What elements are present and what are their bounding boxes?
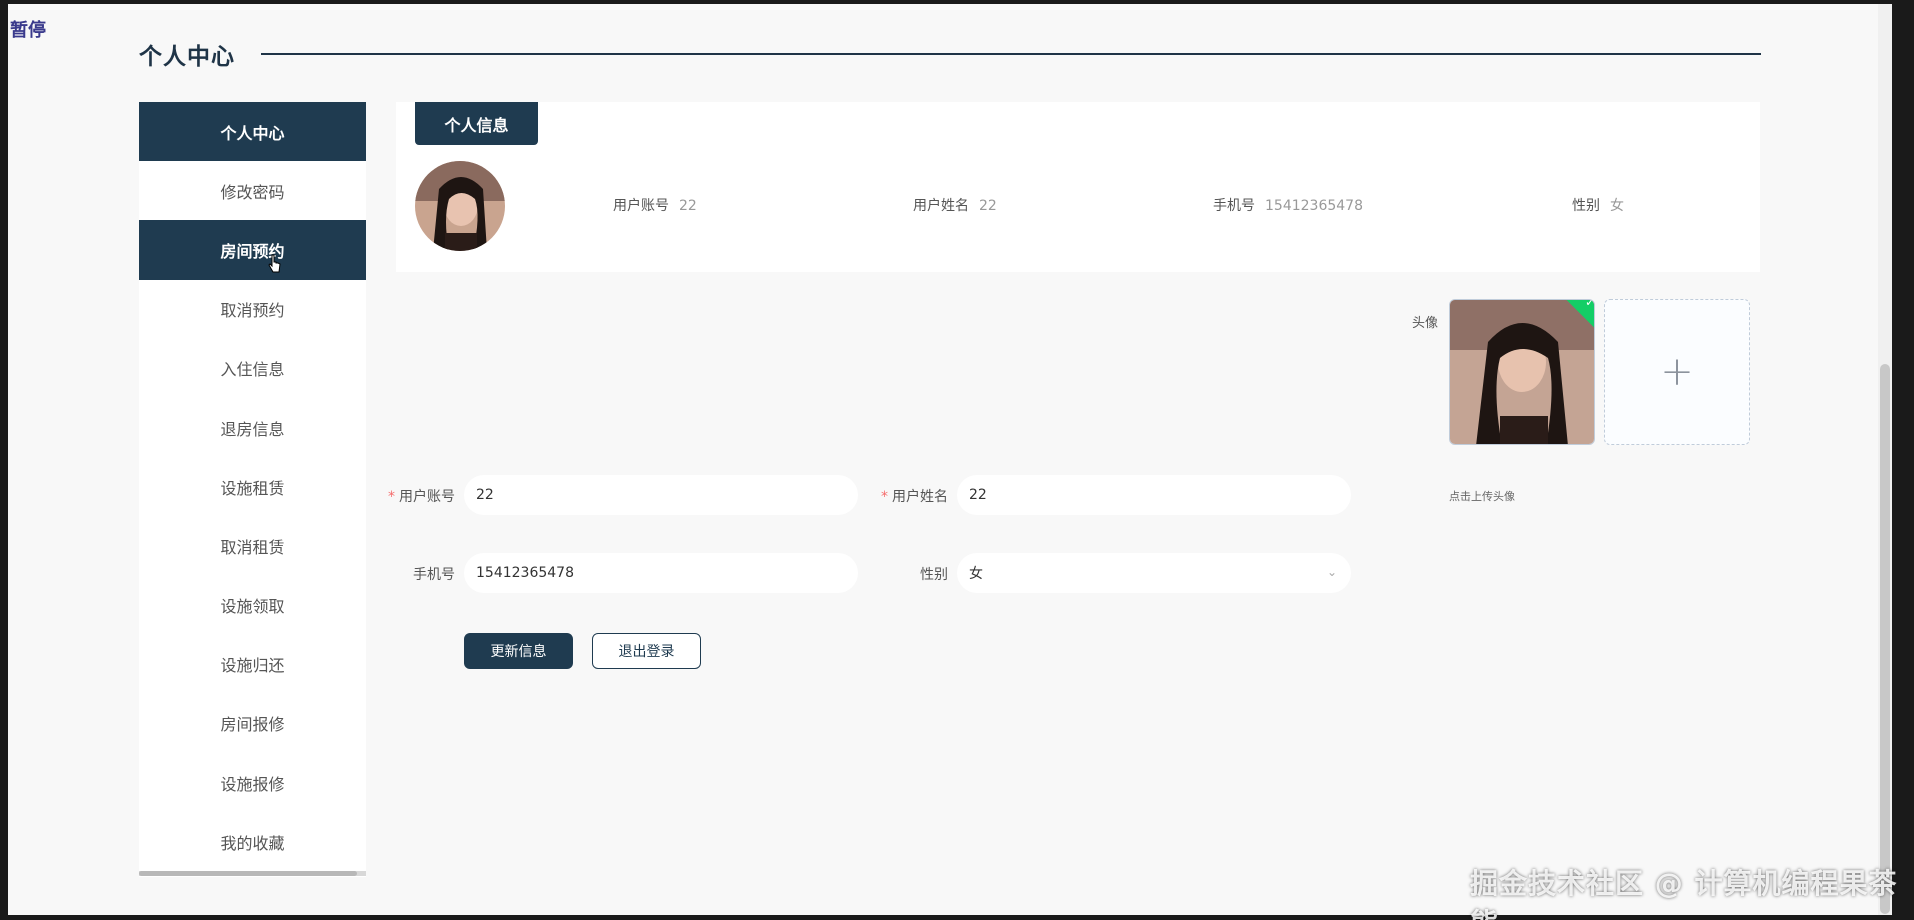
upload-hint: 点击上传头像 — [1449, 490, 1515, 503]
required-mark: * — [881, 489, 888, 505]
sidebar: 个人中心 修改密码 房间预约 取消预约 入住信息 退房信息 设施租赁 取消租赁 … — [139, 102, 366, 877]
phone-field-label: 手机号 — [355, 564, 455, 584]
sidebar-item-label: 设施租赁 — [220, 478, 285, 498]
info-gender-label: 性别 — [1572, 198, 1600, 214]
info-account-value: 22 — [679, 198, 697, 214]
avatar-field-label: 头像 — [1412, 316, 1439, 331]
info-phone: 手机号 15412365478 — [1213, 195, 1363, 215]
account-input[interactable]: 22 — [464, 475, 858, 515]
sidebar-item-cancel-rental[interactable]: 取消租赁 — [139, 516, 366, 575]
account-input-value: 22 — [476, 487, 494, 503]
sidebar-item-checkin-info[interactable]: 入住信息 — [139, 339, 366, 398]
info-phone-label: 手机号 — [1213, 198, 1255, 214]
info-name: 用户姓名 22 — [913, 195, 997, 215]
tab-personal-info[interactable]: 个人信息 — [415, 102, 538, 145]
sidebar-item-cancel-booking[interactable]: 取消预约 — [139, 280, 366, 339]
account-label-text: 用户账号 — [399, 489, 455, 505]
sidebar-item-label: 退房信息 — [220, 419, 285, 439]
account-field-label: * 用户账号 — [355, 486, 455, 506]
sidebar-item-label: 设施报修 — [220, 774, 285, 794]
sidebar-item-label: 入住信息 — [220, 360, 285, 380]
page-scrollbar-thumb[interactable] — [1880, 364, 1890, 914]
info-account: 用户账号 22 — [613, 195, 697, 215]
personal-info-card — [396, 102, 1760, 272]
logout-button[interactable]: 退出登录 — [592, 633, 701, 669]
info-phone-value: 15412365478 — [1265, 198, 1363, 214]
avatar-upload-preview[interactable]: ✓ — [1449, 299, 1595, 445]
phone-input-value: 15412365478 — [476, 565, 574, 581]
page-scrollbar[interactable] — [1878, 4, 1892, 915]
sidebar-item-room-booking[interactable]: 房间预约 — [139, 220, 366, 280]
gender-label-text: 性别 — [920, 567, 948, 583]
info-account-label: 用户账号 — [613, 198, 669, 214]
header-divider — [261, 53, 1761, 55]
name-field-label: * 用户姓名 — [848, 486, 948, 506]
phone-input[interactable]: 15412365478 — [464, 553, 858, 593]
sidebar-item-room-repair[interactable]: 房间报修 — [139, 694, 366, 753]
avatar-upload-button[interactable]: + — [1604, 299, 1750, 445]
sidebar-item-label: 修改密码 — [220, 182, 285, 202]
chevron-down-icon: ⌄ — [1326, 565, 1337, 579]
mouse-cursor-icon — [268, 254, 281, 273]
sidebar-item-change-password[interactable]: 修改密码 — [139, 161, 366, 220]
sidebar-item-facility-rental[interactable]: 设施租赁 — [139, 457, 366, 516]
gender-field-label: 性别 — [848, 564, 948, 584]
gender-select-value: 女 — [969, 566, 983, 582]
avatar-photo-icon — [1450, 300, 1594, 444]
info-name-label: 用户姓名 — [913, 198, 969, 214]
sidebar-item-personal-center[interactable]: 个人中心 — [139, 102, 366, 162]
sidebar-item-label: 取消预约 — [220, 301, 285, 321]
sidebar-item-facility-pickup[interactable]: 设施领取 — [139, 576, 366, 635]
sidebar-scrollbar-thumb[interactable] — [139, 871, 357, 876]
sidebar-item-favorites[interactable]: 我的收藏 — [139, 812, 366, 871]
sidebar-item-facility-repair[interactable]: 设施报修 — [139, 753, 366, 812]
gender-select[interactable]: 女 ⌄ — [957, 553, 1351, 593]
name-input-value: 22 — [969, 487, 987, 503]
name-input[interactable]: 22 — [957, 475, 1351, 515]
avatar-photo-icon — [415, 161, 505, 251]
sidebar-item-facility-return[interactable]: 设施归还 — [139, 635, 366, 694]
required-mark: * — [388, 489, 395, 505]
page-title: 个人中心 — [139, 44, 235, 70]
pause-label: 暂停 — [10, 20, 46, 41]
info-name-value: 22 — [979, 198, 997, 214]
watermark: 掘金技术社区 @ 计算机编程果茶熊 — [1470, 867, 1898, 920]
sidebar-item-label: 设施领取 — [220, 597, 285, 617]
info-gender-value: 女 — [1610, 198, 1624, 214]
sidebar-item-checkout-info[interactable]: 退房信息 — [139, 398, 366, 457]
info-gender: 性别女 — [1572, 195, 1624, 215]
sidebar-item-label: 房间报修 — [220, 715, 285, 735]
sidebar-item-label: 我的收藏 — [220, 833, 285, 853]
check-icon: ✓ — [1584, 299, 1595, 310]
page-header: 个人中心 — [139, 34, 1761, 74]
update-info-button[interactable]: 更新信息 — [464, 633, 573, 669]
plus-icon: + — [1660, 349, 1694, 395]
sidebar-item-label: 个人中心 — [220, 123, 285, 143]
sidebar-item-label: 取消租赁 — [220, 537, 285, 557]
name-label-text: 用户姓名 — [892, 489, 948, 505]
avatar — [415, 161, 505, 251]
phone-label-text: 手机号 — [413, 567, 455, 583]
sidebar-item-label: 设施归还 — [220, 656, 285, 676]
sidebar-scrollbar[interactable] — [139, 871, 366, 876]
